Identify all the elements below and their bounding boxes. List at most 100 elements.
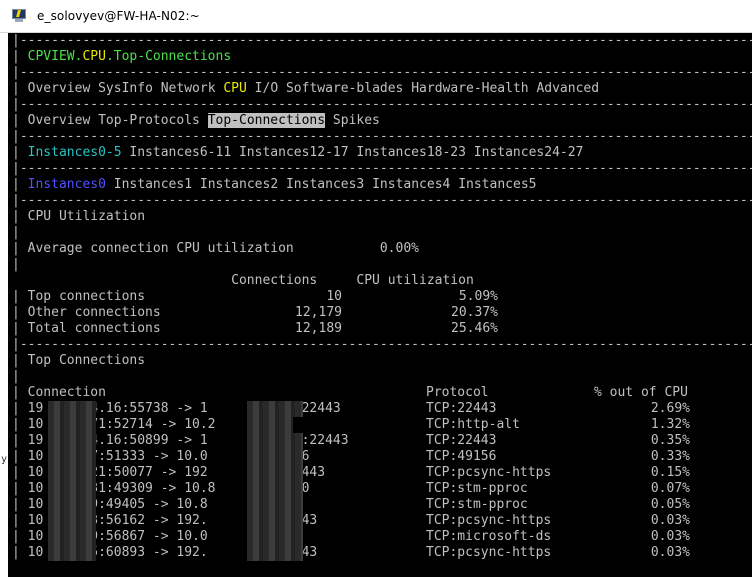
connection-cpu-pct: 0.03% — [650, 545, 690, 560]
instance-group-24-27[interactable]: Instances24-27 — [474, 145, 584, 160]
redaction-mask — [247, 433, 303, 449]
breadcrumb-top-connections: Top-Connections — [113, 49, 232, 64]
avg-util-value: 0.00% — [379, 241, 419, 256]
col-cpu-utilization: CPU utilization — [356, 273, 474, 288]
submenu-spikes[interactable]: Spikes — [333, 113, 380, 128]
border-line: |---------------------------------------… — [12, 337, 752, 352]
redaction-mask — [48, 513, 96, 529]
avg-util-line: | Average connection CPU utilization 0.0… — [12, 241, 419, 256]
instance-groups: | Instances0-5 Instances6-11 Instances12… — [12, 145, 584, 160]
instance-4[interactable]: Instances4 — [372, 177, 450, 192]
instance-group-18-23[interactable]: Instances18-23 — [356, 145, 466, 160]
connection-protocol: TCP:http-alt — [426, 417, 520, 432]
connection-cpu-pct: 0.05% — [650, 497, 690, 512]
connection-cpu-pct: 0.03% — [650, 513, 690, 528]
redaction-mask — [48, 465, 96, 481]
cpu-util-heading-line: | CPU Utilization — [12, 209, 146, 224]
window-left-edge: y — [0, 33, 8, 577]
breadcrumb-root: CPVIEW. — [27, 49, 83, 64]
submenu-top-connections[interactable]: Top-Connections — [207, 113, 326, 128]
submenu-overview[interactable]: Overview — [28, 113, 91, 128]
connection-cpu-pct: 1.32% — [650, 417, 690, 432]
util-row: | Top connections — [12, 289, 146, 304]
connection-protocol: TCP:22443 — [426, 433, 497, 448]
col-pct-cpu: % out of CPU — [594, 385, 688, 400]
sub-menu: | Overview Top-Protocols Top-Connections… — [12, 113, 380, 128]
util-table-header: Connections CPU utilization — [12, 273, 474, 289]
redaction-mask — [247, 481, 303, 497]
menu-cpu[interactable]: CPU — [223, 81, 246, 96]
instance-3[interactable]: Instances3 — [286, 177, 364, 192]
connection-protocol: TCP:pcsync-https — [426, 513, 552, 528]
avg-util-label: Average connection CPU utilization — [27, 241, 294, 256]
cpu-util-heading: CPU Utilization — [27, 209, 146, 224]
connection-cpu-pct: 0.33% — [650, 449, 690, 464]
redaction-mask — [247, 529, 303, 545]
menu-network[interactable]: Network — [161, 81, 216, 96]
top-conn-heading: Top Connections — [27, 353, 146, 368]
connection-protocol: TCP:stm-pproc — [426, 497, 528, 512]
conn-table-header: | Connection — [12, 385, 106, 400]
instance-0[interactable]: Instances0 — [28, 177, 106, 192]
redaction-mask — [247, 513, 303, 529]
breadcrumb-cpu: CPU — [82, 49, 106, 64]
menu-advanced[interactable]: Advanced — [536, 81, 599, 96]
menu-sysinfo[interactable]: SysInfo — [98, 81, 153, 96]
util-row: | Other connections — [12, 305, 161, 320]
redaction-mask — [48, 401, 96, 417]
menu-io[interactable]: I/O — [255, 81, 278, 96]
util-row: | Total connections — [12, 321, 161, 336]
connection-cpu-pct: 0.35% — [650, 433, 690, 448]
redaction-mask — [247, 545, 303, 561]
redaction-mask — [247, 465, 303, 481]
col-connections: Connections — [231, 273, 318, 288]
border-line: |---------------------------------------… — [12, 97, 752, 112]
border-line: |---------------------------------------… — [12, 129, 752, 144]
col-protocol: Protocol — [426, 385, 489, 400]
instance-group-6-11[interactable]: Instances6-11 — [129, 145, 231, 160]
instance-1[interactable]: Instances1 — [114, 177, 192, 192]
breadcrumb: | CPVIEW.CPU.Top-Connections — [12, 49, 232, 64]
top-conn-heading-line: | Top Connections — [12, 353, 146, 368]
redaction-mask — [247, 417, 293, 433]
instances: | Instances0 Instances1 Instances2 Insta… — [12, 177, 537, 192]
connection-cpu-pct: 0.07% — [650, 481, 690, 496]
redaction-mask — [48, 433, 96, 449]
connection-protocol: TCP:49156 — [426, 449, 497, 464]
redaction-mask — [247, 497, 303, 513]
main-menu: | Overview SysInfo Network CPU I/O Softw… — [12, 81, 600, 96]
connection-protocol: TCP:pcsync-https — [426, 545, 552, 560]
redaction-mask — [48, 545, 96, 561]
instance-5[interactable]: Instances5 — [458, 177, 536, 192]
col-connection: Connection — [27, 385, 106, 400]
connection-cpu-pct: 2.69% — [650, 401, 690, 416]
instance-group-0-5[interactable]: Instances0-5 — [28, 145, 122, 160]
instance-group-12-17[interactable]: Instances12-17 — [239, 145, 349, 160]
menu-overview[interactable]: Overview — [28, 81, 91, 96]
terminal-screen[interactable]: |---------------------------------------… — [8, 33, 752, 577]
redaction-mask — [247, 401, 303, 417]
border-line: |---------------------------------------… — [12, 193, 752, 208]
menu-hardware-health[interactable]: Hardware-Health — [411, 81, 528, 96]
connection-cpu-pct: 0.03% — [650, 529, 690, 544]
redaction-mask — [48, 529, 96, 545]
redaction-mask — [247, 449, 303, 465]
border-line: |---------------------------------------… — [12, 161, 752, 176]
redaction-mask — [48, 481, 96, 497]
window-title: e_solovyev@FW-HA-N02:~ — [37, 9, 200, 23]
connection-protocol: TCP:pcsync-https — [426, 465, 552, 480]
border-line: |---------------------------------------… — [12, 33, 752, 48]
redaction-mask — [48, 417, 96, 433]
submenu-top-protocols[interactable]: Top-Protocols — [98, 113, 200, 128]
instance-2[interactable]: Instances2 — [200, 177, 278, 192]
putty-terminal-icon[interactable] — [12, 9, 26, 22]
redaction-mask — [48, 449, 96, 465]
border-line: |---------------------------------------… — [12, 65, 752, 80]
window-titlebar[interactable]: e_solovyev@FW-HA-N02:~ — [0, 0, 752, 33]
connection-cpu-pct: 0.15% — [650, 465, 690, 480]
connection-protocol: TCP:microsoft-ds — [426, 529, 552, 544]
connection-protocol: TCP:22443 — [426, 401, 497, 416]
connection-protocol: TCP:stm-pproc — [426, 481, 528, 496]
menu-software-blades[interactable]: Software-blades — [286, 81, 403, 96]
redaction-mask — [48, 497, 96, 513]
